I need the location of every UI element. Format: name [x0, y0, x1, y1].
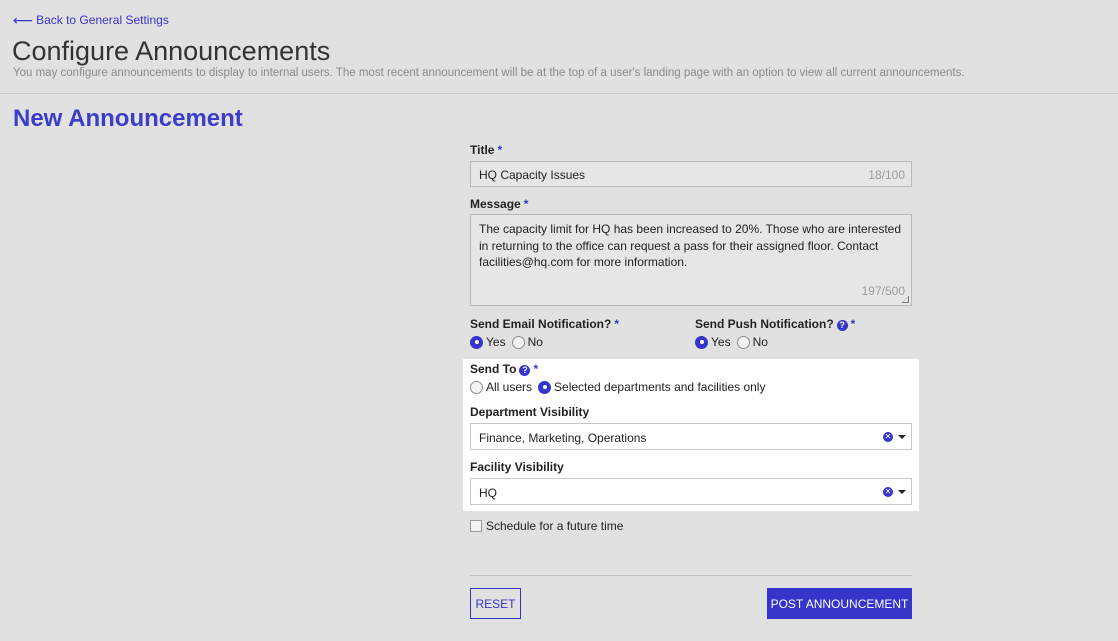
email-notification-options: Yes No [470, 335, 543, 349]
schedule-option: Schedule for a future time [470, 519, 623, 533]
email-no-label[interactable]: No [528, 335, 543, 349]
back-to-general-settings-link[interactable]: ⟵ Back to General Settings [13, 13, 169, 27]
caret-down-icon[interactable] [898, 435, 906, 439]
facility-visibility-select[interactable]: HQ ✕ [470, 478, 912, 505]
post-announcement-button[interactable]: POST ANNOUNCEMENT [767, 588, 912, 619]
send-to-selected-radio[interactable] [538, 380, 552, 394]
section-title: New Announcement [13, 105, 243, 132]
send-to-all-users-label[interactable]: All users [486, 380, 532, 394]
message-textarea-value: The capacity limit for HQ has been incre… [479, 222, 901, 269]
clear-icon[interactable]: ✕ [883, 432, 893, 442]
title-input-value: HQ Capacity Issues [479, 168, 586, 182]
clear-icon[interactable]: ✕ [883, 487, 893, 497]
push-notification-options: Yes No [695, 335, 768, 349]
title-char-counter: 18/100 [868, 168, 905, 182]
email-yes-radio[interactable] [470, 335, 483, 349]
send-to-label: Send To? * [470, 362, 539, 376]
schedule-label[interactable]: Schedule for a future time [486, 519, 623, 533]
page-title: Configure Announcements [12, 36, 331, 66]
push-no-label[interactable]: No [753, 335, 768, 349]
arrow-left-icon: ⟵ [13, 12, 34, 28]
message-textarea[interactable]: The capacity limit for HQ has been incre… [470, 214, 912, 306]
email-notification-label: Send Email Notification? * [470, 317, 620, 331]
department-visibility-value: Finance, Marketing, Operations [479, 431, 647, 445]
email-no-radio[interactable] [511, 335, 525, 349]
title-input[interactable]: HQ Capacity Issues 18/100 [470, 161, 912, 187]
message-label: Message * [470, 197, 529, 211]
send-to-selected-label[interactable]: Selected departments and facilities only [554, 380, 765, 394]
facility-visibility-value: HQ [479, 486, 497, 500]
page-subtitle: You may configure announcements to displ… [13, 67, 965, 79]
department-visibility-select[interactable]: Finance, Marketing, Operations ✕ [470, 423, 912, 450]
push-notification-label: Send Push Notification?? * [695, 317, 856, 331]
actions-divider [470, 575, 912, 576]
reset-button[interactable]: RESET [470, 588, 521, 619]
question-circle-icon[interactable]: ? [519, 365, 531, 376]
back-link-label: Back to General Settings [36, 13, 169, 27]
department-visibility-label: Department Visibility [470, 405, 590, 419]
schedule-checkbox[interactable] [470, 520, 482, 532]
message-char-counter: 197/500 [861, 284, 905, 298]
send-to-all-users-radio[interactable] [470, 380, 483, 394]
header-divider [0, 93, 1118, 94]
question-circle-icon[interactable]: ? [836, 320, 848, 331]
resize-handle-icon[interactable] [902, 296, 909, 303]
email-yes-label[interactable]: Yes [486, 335, 506, 349]
send-to-options: All users Selected departments and facil… [470, 380, 765, 394]
push-yes-label[interactable]: Yes [711, 335, 731, 349]
push-no-radio[interactable] [736, 335, 750, 349]
facility-visibility-label: Facility Visibility [470, 460, 564, 474]
caret-down-icon[interactable] [898, 490, 906, 494]
title-label: Title * [470, 143, 503, 157]
push-yes-radio[interactable] [695, 335, 708, 349]
